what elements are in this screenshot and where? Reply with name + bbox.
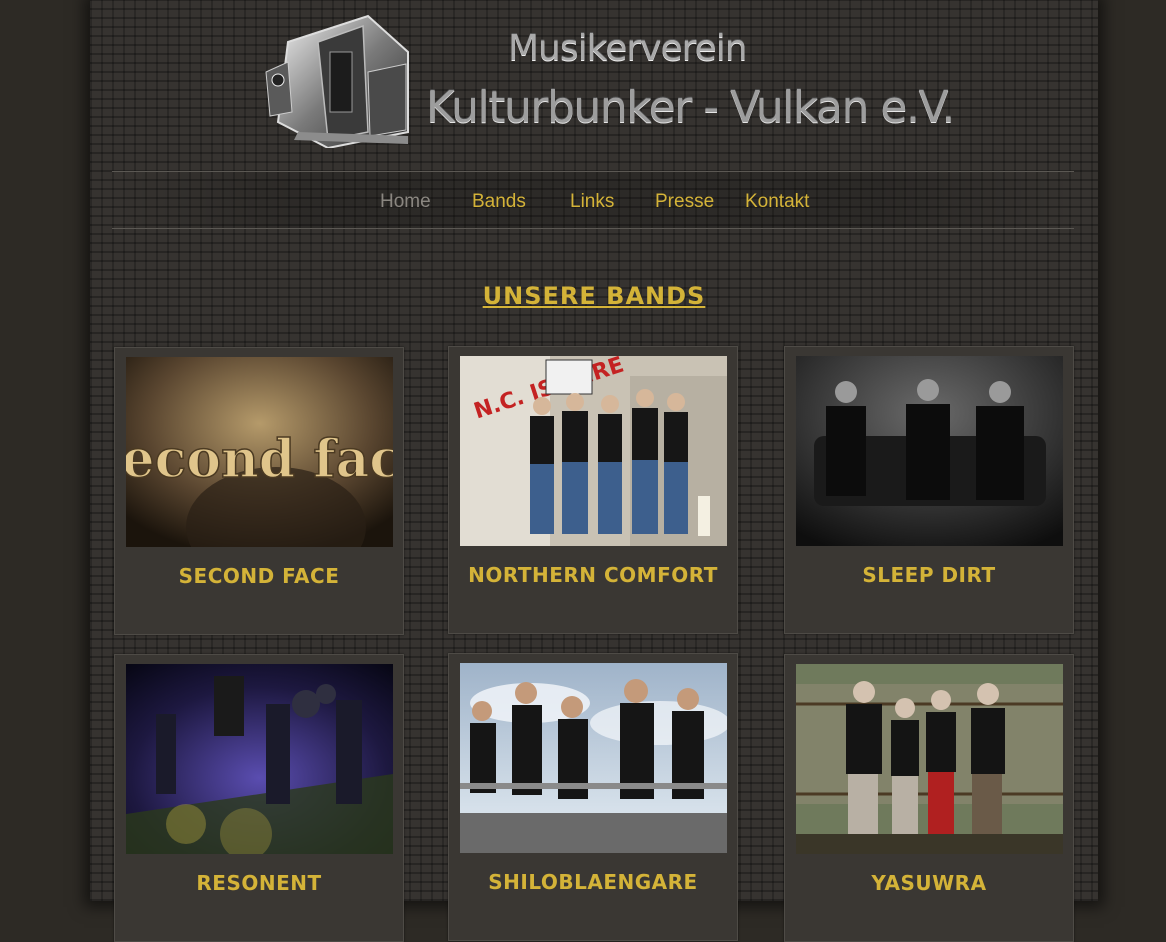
band-name[interactable]: RESONENT <box>115 871 403 895</box>
band-name[interactable]: SHILOBLAENGARE <box>449 870 737 894</box>
band-photo-sleep-dirt[interactable] <box>796 356 1063 546</box>
nav-item-links[interactable]: Links <box>570 191 614 213</box>
band-photo-second-face[interactable]: Second face <box>126 357 393 547</box>
second-face-logo-text: Second face <box>126 429 393 490</box>
site-header: Musikerverein Kulturbunker - Vulkan e.V. <box>90 0 1098 160</box>
page-title: UNSERE BANDS <box>482 282 706 310</box>
band-photo-shiloblaengare[interactable] <box>460 663 727 853</box>
page-container: Musikerverein Kulturbunker - Vulkan e.V.… <box>90 0 1098 942</box>
site-title-line2: Kulturbunker - Vulkan e.V. <box>426 82 955 133</box>
bunker-building-logo[interactable] <box>258 12 418 150</box>
band-card-shiloblaengare[interactable]: SHILOBLAENGARE <box>448 653 738 941</box>
band-name[interactable]: NORTHERN COMFORT <box>449 563 737 587</box>
band-card-second-face[interactable]: Second face SECOND FACE <box>114 347 404 635</box>
nav-item-kontakt[interactable]: Kontakt <box>745 191 809 213</box>
site-title-line1: Musikerverein <box>508 28 748 69</box>
band-card-yasuwra[interactable]: YASUWRA <box>784 654 1074 942</box>
nav-item-presse[interactable]: Presse <box>655 191 714 213</box>
band-photo-resonent[interactable] <box>126 664 393 854</box>
band-card-sleep-dirt[interactable]: SLEEP DIRT <box>784 346 1074 634</box>
nav-item-bands[interactable]: Bands <box>472 191 526 213</box>
main-nav: Home Bands Links Presse Kontakt <box>112 171 1074 229</box>
band-card-northern-comfort[interactable]: N.C. IS HERE NORTHERN CO <box>448 346 738 634</box>
band-card-resonent[interactable]: RESONENT <box>114 654 404 942</box>
band-name[interactable]: SECOND FACE <box>115 564 403 588</box>
band-name[interactable]: YASUWRA <box>785 871 1073 895</box>
band-name[interactable]: SLEEP DIRT <box>785 563 1073 587</box>
band-photo-northern-comfort[interactable]: N.C. IS HERE <box>460 356 727 546</box>
nav-item-home[interactable]: Home <box>380 191 431 213</box>
band-photo-yasuwra[interactable] <box>796 664 1063 854</box>
